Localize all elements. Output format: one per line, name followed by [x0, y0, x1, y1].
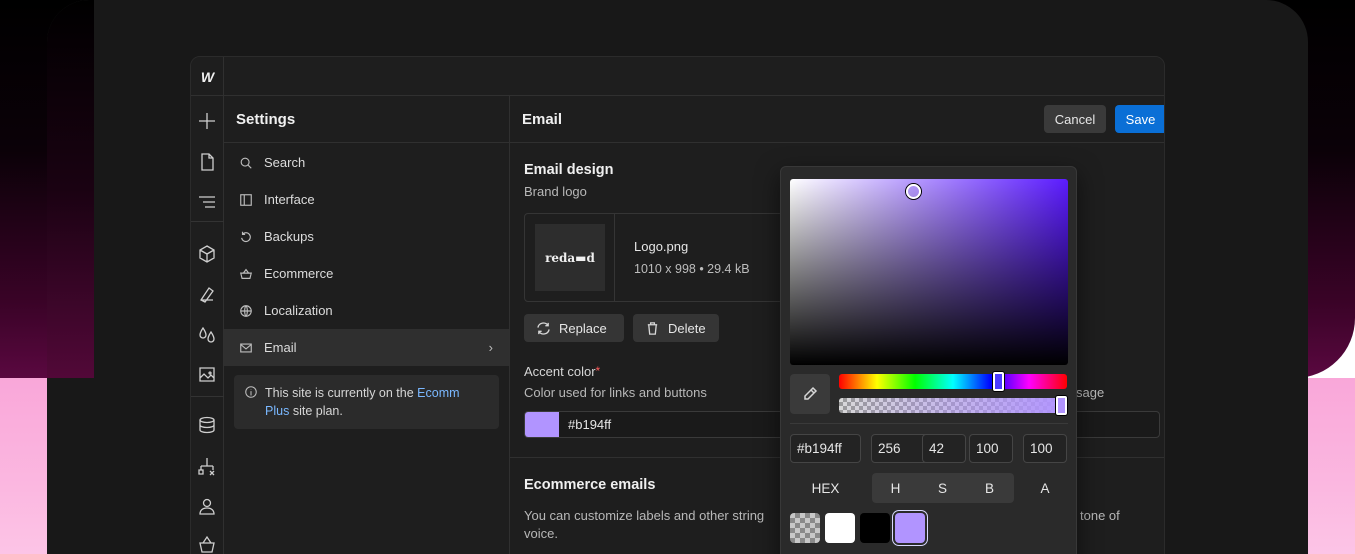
- accent-color-label: Accent color*: [524, 364, 600, 379]
- replace-button[interactable]: Replace: [524, 314, 624, 342]
- settings-item-backups[interactable]: Backups: [224, 218, 509, 255]
- accent-color-help: Color used for links and buttons: [524, 385, 707, 400]
- ecommerce-icon[interactable]: [196, 534, 218, 554]
- settings-item-label: Ecommerce: [264, 266, 334, 281]
- email-header: Email Cancel Save: [510, 96, 1164, 143]
- rail-divider: [191, 221, 224, 222]
- ecommerce-emails-desc: You can customize labels and other strin…: [524, 508, 765, 523]
- settings-item-label: Localization: [264, 303, 333, 318]
- settings-item-search[interactable]: Search: [224, 144, 509, 181]
- page-icon[interactable]: [196, 151, 218, 173]
- plan-link[interactable]: Plus: [265, 404, 289, 418]
- plan-info-text: This site is currently on the Ecomm Plus…: [265, 384, 460, 420]
- settings-item-label: Search: [264, 155, 306, 170]
- cms-icon[interactable]: [196, 414, 218, 436]
- plan-info-prefix: This site is currently on the: [265, 386, 414, 400]
- settings-item-ecommerce[interactable]: Ecommerce: [224, 255, 509, 292]
- basket-icon: [238, 266, 254, 282]
- settings-title: Settings: [224, 96, 509, 143]
- swatch-white[interactable]: [825, 513, 855, 543]
- logo-thumbnail: reda▬d: [535, 224, 605, 291]
- plan-info-box: This site is currently on the Ecomm Plus…: [234, 375, 499, 429]
- top-bar: W: [191, 57, 1164, 96]
- accent-color-label-text: Accent color: [524, 364, 596, 379]
- replace-label: Replace: [559, 320, 607, 336]
- logo-file-name: Logo.png: [634, 239, 689, 254]
- swatch-accent[interactable]: [895, 513, 925, 543]
- refresh-icon: [537, 321, 550, 335]
- email-design-title: Email design: [524, 162, 614, 178]
- info-icon: [244, 385, 260, 401]
- trash-icon: [647, 321, 658, 335]
- backup-icon: [238, 229, 254, 245]
- hue-slider[interactable]: [839, 372, 1067, 391]
- mode-hex-button[interactable]: HEX: [790, 473, 861, 503]
- settings-item-label: Email: [264, 340, 297, 355]
- search-icon: [238, 155, 254, 171]
- cancel-button[interactable]: Cancel: [1044, 105, 1106, 133]
- left-rail: [191, 96, 224, 554]
- hex-input[interactable]: #b194ff: [790, 434, 861, 463]
- interface-icon: [238, 192, 254, 208]
- mode-b-button[interactable]: B: [966, 473, 1013, 503]
- ecommerce-emails-desc-line2: voice.: [524, 526, 558, 541]
- alpha-slider-handle[interactable]: [1056, 396, 1067, 415]
- settings-item-localization[interactable]: Localization: [224, 292, 509, 329]
- required-mark: *: [595, 364, 601, 378]
- ecommerce-emails-desc-right: tone of: [1080, 508, 1120, 523]
- mode-s-button[interactable]: S: [919, 473, 966, 503]
- components-icon[interactable]: [196, 243, 218, 265]
- plan-link[interactable]: Ecomm: [417, 386, 459, 400]
- delete-button[interactable]: Delete: [633, 314, 719, 342]
- users-icon[interactable]: [196, 495, 218, 517]
- logic-icon[interactable]: [196, 455, 218, 477]
- logo-thumbnail-frame: reda▬d: [525, 214, 615, 301]
- accent-color-value: #b194ff: [568, 417, 612, 432]
- hue-slider-handle[interactable]: [993, 372, 1005, 391]
- webflow-logo-icon[interactable]: W: [191, 57, 224, 96]
- navigator-icon[interactable]: [196, 191, 218, 213]
- ecommerce-emails-title: Ecommerce emails: [524, 477, 656, 493]
- logo-file-meta: 1010 x 998 • 29.4 kB: [634, 262, 750, 276]
- eyedropper-icon: [804, 386, 818, 400]
- mode-h-button[interactable]: H: [872, 473, 919, 503]
- swatch-black[interactable]: [860, 513, 890, 543]
- plus-icon[interactable]: [196, 110, 218, 132]
- message-help-fragment: sage: [1076, 385, 1105, 400]
- color-picker-popover: #b194ff 256 42 100 100 HEX H S B A: [780, 166, 1077, 554]
- saturation-handle[interactable]: [906, 184, 921, 199]
- logo-card: reda▬d Logo.png 1010 x 998 • 29.4 kB: [524, 213, 804, 302]
- plan-info-suffix: site plan.: [292, 404, 343, 418]
- mail-icon: [238, 340, 254, 356]
- settings-item-email[interactable]: Email ›: [224, 329, 509, 366]
- swatch-transparent[interactable]: [790, 513, 820, 543]
- picker-divider: [790, 423, 1068, 424]
- accent-color-swatch[interactable]: [525, 412, 559, 437]
- style-manager-icon[interactable]: [196, 283, 218, 305]
- save-button[interactable]: Save: [1115, 105, 1164, 133]
- brand-logo-label: Brand logo: [524, 184, 587, 199]
- settings-panel: Settings Search Interface Backups Ecomme…: [224, 96, 510, 554]
- chevron-right-icon: ›: [488, 340, 493, 355]
- saturation-input[interactable]: 42: [922, 434, 966, 463]
- delete-label: Delete: [668, 320, 706, 336]
- variables-icon[interactable]: [196, 323, 218, 345]
- settings-item-label: Backups: [264, 229, 314, 244]
- saturation-brightness-area[interactable]: [790, 179, 1068, 365]
- rail-divider: [191, 396, 224, 397]
- settings-item-label: Interface: [264, 192, 315, 207]
- eyedropper-button[interactable]: [790, 374, 830, 414]
- alpha-input[interactable]: 100: [1023, 434, 1067, 463]
- brightness-input[interactable]: 100: [969, 434, 1013, 463]
- assets-icon[interactable]: [196, 363, 218, 385]
- device-left-gradient: [47, 0, 94, 378]
- alpha-slider[interactable]: [839, 396, 1067, 415]
- page-title: Email: [522, 110, 563, 128]
- mode-a-button[interactable]: A: [1023, 473, 1067, 503]
- globe-icon: [238, 303, 254, 319]
- settings-item-interface[interactable]: Interface: [224, 181, 509, 218]
